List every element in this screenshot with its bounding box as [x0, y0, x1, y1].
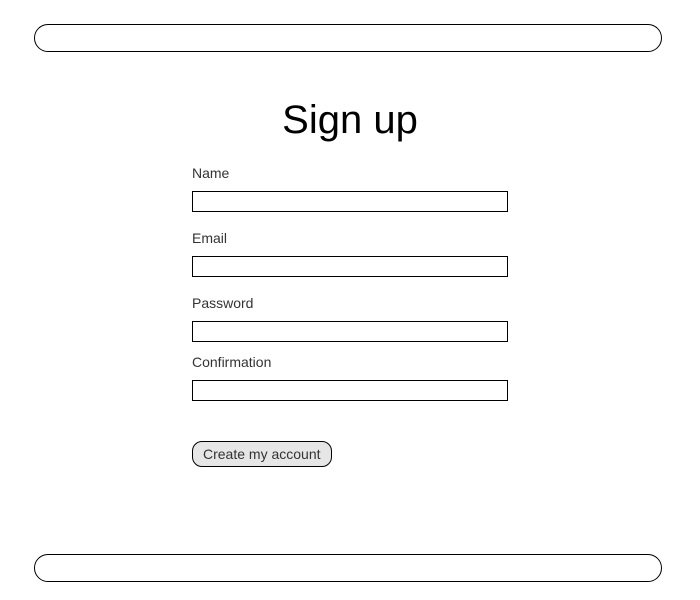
top-nav-bar — [34, 24, 662, 52]
password-label: Password — [192, 295, 508, 311]
name-label: Name — [192, 165, 508, 181]
create-account-button[interactable]: Create my account — [192, 441, 332, 467]
confirmation-field-group: Confirmation — [192, 354, 508, 401]
confirmation-input[interactable] — [192, 380, 508, 401]
page-title: Sign up — [0, 98, 700, 143]
name-field-group: Name — [192, 165, 508, 212]
signup-content: Sign up Name Email Password Confirmation… — [0, 98, 700, 467]
password-input[interactable] — [192, 321, 508, 342]
email-input[interactable] — [192, 256, 508, 277]
confirmation-label: Confirmation — [192, 354, 508, 370]
bottom-footer-bar — [34, 554, 662, 582]
name-input[interactable] — [192, 191, 508, 212]
email-label: Email — [192, 230, 508, 246]
signup-form: Name Email Password Confirmation Create … — [192, 165, 508, 467]
password-field-group: Password — [192, 295, 508, 342]
email-field-group: Email — [192, 230, 508, 277]
